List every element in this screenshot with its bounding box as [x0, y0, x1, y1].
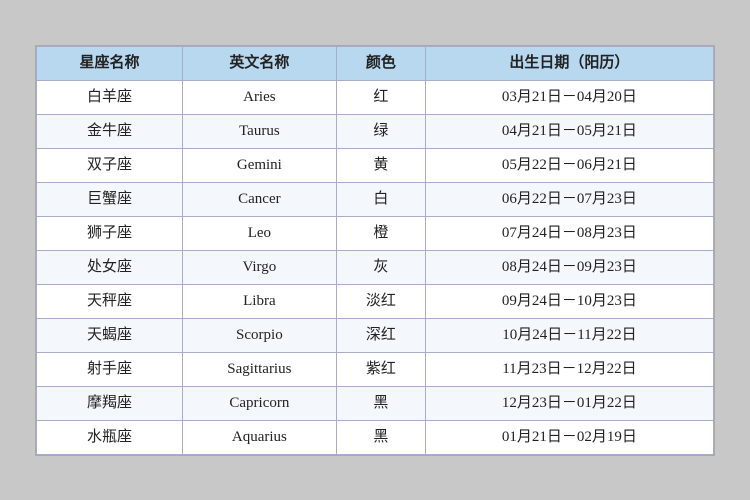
- table-row: 白羊座Aries红03月21日－04月20日: [37, 80, 714, 114]
- cell-english-name: Cancer: [182, 182, 336, 216]
- cell-color: 黄: [336, 148, 425, 182]
- table-row: 狮子座Leo橙07月24日－08月23日: [37, 216, 714, 250]
- table-row: 天秤座Libra淡红09月24日－10月23日: [37, 284, 714, 318]
- header-english-name: 英文名称: [182, 46, 336, 80]
- zodiac-table: 星座名称 英文名称 颜色 出生日期（阳历） 白羊座Aries红03月21日－04…: [36, 46, 714, 455]
- cell-date: 06月22日－07月23日: [425, 182, 713, 216]
- cell-color: 深红: [336, 318, 425, 352]
- cell-color: 白: [336, 182, 425, 216]
- cell-chinese-name: 处女座: [37, 250, 183, 284]
- table-row: 摩羯座Capricorn黑12月23日－01月22日: [37, 386, 714, 420]
- cell-chinese-name: 水瓶座: [37, 420, 183, 454]
- cell-english-name: Virgo: [182, 250, 336, 284]
- cell-color: 橙: [336, 216, 425, 250]
- table-row: 水瓶座Aquarius黑01月21日－02月19日: [37, 420, 714, 454]
- table-row: 天蝎座Scorpio深红10月24日－11月22日: [37, 318, 714, 352]
- table-row: 金牛座Taurus绿04月21日－05月21日: [37, 114, 714, 148]
- table-header-row: 星座名称 英文名称 颜色 出生日期（阳历）: [37, 46, 714, 80]
- header-chinese-name: 星座名称: [37, 46, 183, 80]
- cell-chinese-name: 天秤座: [37, 284, 183, 318]
- cell-chinese-name: 天蝎座: [37, 318, 183, 352]
- cell-chinese-name: 巨蟹座: [37, 182, 183, 216]
- table-row: 射手座Sagittarius紫红11月23日－12月22日: [37, 352, 714, 386]
- cell-color: 红: [336, 80, 425, 114]
- cell-date: 11月23日－12月22日: [425, 352, 713, 386]
- cell-date: 12月23日－01月22日: [425, 386, 713, 420]
- cell-date: 01月21日－02月19日: [425, 420, 713, 454]
- cell-chinese-name: 摩羯座: [37, 386, 183, 420]
- cell-chinese-name: 金牛座: [37, 114, 183, 148]
- cell-date: 10月24日－11月22日: [425, 318, 713, 352]
- cell-english-name: Leo: [182, 216, 336, 250]
- cell-date: 04月21日－05月21日: [425, 114, 713, 148]
- cell-english-name: Capricorn: [182, 386, 336, 420]
- zodiac-table-container: 星座名称 英文名称 颜色 出生日期（阳历） 白羊座Aries红03月21日－04…: [35, 45, 715, 456]
- cell-date: 07月24日－08月23日: [425, 216, 713, 250]
- cell-date: 08月24日－09月23日: [425, 250, 713, 284]
- cell-chinese-name: 射手座: [37, 352, 183, 386]
- cell-chinese-name: 双子座: [37, 148, 183, 182]
- cell-color: 灰: [336, 250, 425, 284]
- cell-chinese-name: 狮子座: [37, 216, 183, 250]
- header-color: 颜色: [336, 46, 425, 80]
- cell-english-name: Taurus: [182, 114, 336, 148]
- cell-color: 紫红: [336, 352, 425, 386]
- cell-english-name: Aries: [182, 80, 336, 114]
- cell-color: 绿: [336, 114, 425, 148]
- cell-color: 黑: [336, 386, 425, 420]
- cell-date: 03月21日－04月20日: [425, 80, 713, 114]
- cell-english-name: Scorpio: [182, 318, 336, 352]
- table-row: 巨蟹座Cancer白06月22日－07月23日: [37, 182, 714, 216]
- cell-english-name: Aquarius: [182, 420, 336, 454]
- table-row: 处女座Virgo灰08月24日－09月23日: [37, 250, 714, 284]
- cell-chinese-name: 白羊座: [37, 80, 183, 114]
- cell-english-name: Gemini: [182, 148, 336, 182]
- table-body: 白羊座Aries红03月21日－04月20日金牛座Taurus绿04月21日－0…: [37, 80, 714, 454]
- cell-color: 淡红: [336, 284, 425, 318]
- cell-date: 05月22日－06月21日: [425, 148, 713, 182]
- cell-color: 黑: [336, 420, 425, 454]
- header-date: 出生日期（阳历）: [425, 46, 713, 80]
- cell-english-name: Sagittarius: [182, 352, 336, 386]
- cell-date: 09月24日－10月23日: [425, 284, 713, 318]
- cell-english-name: Libra: [182, 284, 336, 318]
- table-row: 双子座Gemini黄05月22日－06月21日: [37, 148, 714, 182]
